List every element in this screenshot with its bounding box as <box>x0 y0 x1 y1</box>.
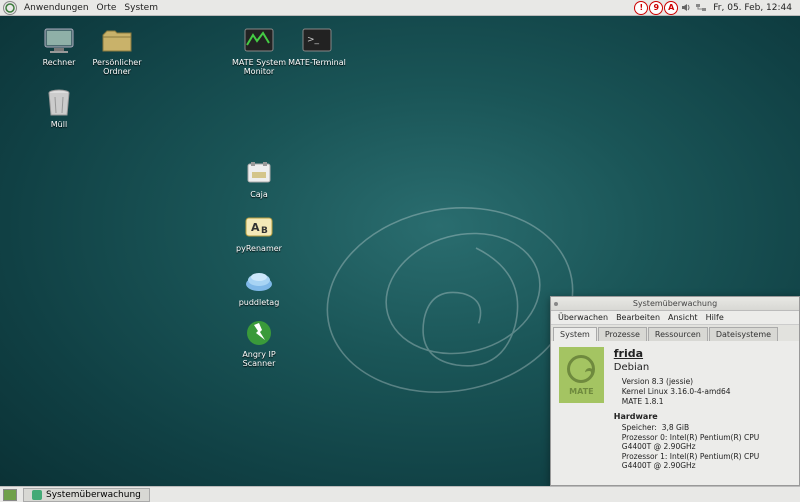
os-version: Version 8.3 (jessie) <box>622 377 791 386</box>
wallpaper-swirl <box>320 170 580 430</box>
tab-resources[interactable]: Ressourcen <box>648 327 708 341</box>
mate-version: MATE 1.8.1 <box>622 397 791 406</box>
desktop-icon-angryip[interactable]: Angry IP Scanner <box>228 318 290 368</box>
system-monitor-window: Systemüberwachung Überwachen Bearbeiten … <box>550 296 800 486</box>
window-titlebar[interactable]: Systemüberwachung <box>551 297 799 311</box>
window-title: Systemüberwachung <box>633 299 717 308</box>
hostname: frida <box>614 347 791 360</box>
tab-filesystems[interactable]: Dateisysteme <box>709 327 778 341</box>
window-tabs: System Prozesse Ressourcen Dateisysteme <box>551 325 799 341</box>
svg-text:>_: >_ <box>307 35 320 45</box>
window-body: MATE frida Debian Version 8.3 (jessie) K… <box>551 341 799 477</box>
menu-edit[interactable]: Bearbeiten <box>613 313 663 322</box>
cpu1-line: Prozessor 1: Intel(R) Pentium(R) CPU G44… <box>622 452 791 470</box>
os-name: Debian <box>614 362 791 373</box>
show-desktop-button[interactable] <box>3 489 17 501</box>
tray-indicator-3-icon[interactable]: A <box>664 1 678 15</box>
desktop-icon-label: pyRenamer <box>236 244 282 253</box>
tab-system[interactable]: System <box>553 327 597 341</box>
window-menubar: Überwachen Bearbeiten Ansicht Hilfe <box>551 311 799 325</box>
mate-logo-label: MATE <box>569 387 593 396</box>
desktop-icon-label: Rechner <box>43 58 76 67</box>
desktop-icon-label: Müll <box>51 120 67 129</box>
desktop-icon-label: Persönlicher Ordner <box>86 58 148 76</box>
window-menu-icon[interactable] <box>554 302 558 306</box>
desktop-icon-terminal[interactable]: >_ MATE-Terminal <box>286 26 348 67</box>
desktop-icon-home[interactable]: Persönlicher Ordner <box>86 26 148 76</box>
system-info: frida Debian Version 8.3 (jessie) Kernel… <box>614 347 791 471</box>
desktop-icon-pyrenamer[interactable]: AB pyRenamer <box>228 212 290 253</box>
volume-icon[interactable] <box>679 1 693 15</box>
desktop-icon-caja[interactable]: Caja <box>228 158 290 199</box>
memory-line: Speicher: 3,8 GiB <box>622 423 791 432</box>
desktop-icon-puddletag[interactable]: puddletag <box>228 266 290 307</box>
menu-monitor[interactable]: Überwachen <box>555 313 611 322</box>
bottom-panel: Systemüberwachung <box>0 486 800 502</box>
menu-view[interactable]: Ansicht <box>665 313 701 322</box>
desktop-icon-computer[interactable]: Rechner <box>28 26 90 67</box>
taskbar-item-system-monitor[interactable]: Systemüberwachung <box>23 488 150 502</box>
network-icon[interactable] <box>694 1 708 15</box>
desktop-icon-label: puddletag <box>239 298 280 307</box>
tray-indicator-1-icon[interactable]: ! <box>634 1 648 15</box>
tab-processes[interactable]: Prozesse <box>598 327 647 341</box>
desktop-icon-label: Angry IP Scanner <box>228 350 290 368</box>
clock[interactable]: Fr, 05. Feb, 12:44 <box>709 3 796 13</box>
menu-applications[interactable]: Anwendungen <box>20 3 93 13</box>
desktop-icon-trash[interactable]: Müll <box>28 88 90 129</box>
svg-text:A: A <box>251 221 260 234</box>
menu-system[interactable]: System <box>120 3 162 13</box>
desktop-icon-label: MATE-Terminal <box>288 58 346 67</box>
menu-help[interactable]: Hilfe <box>703 313 727 322</box>
tray-indicator-2-icon[interactable]: 9 <box>649 1 663 15</box>
task-label: Systemüberwachung <box>46 490 141 500</box>
main-menu-icon[interactable] <box>3 1 17 15</box>
menu-places[interactable]: Orte <box>93 3 121 13</box>
system-tray: ! 9 A Fr, 05. Feb, 12:44 <box>634 1 800 15</box>
hardware-header: Hardware <box>614 412 791 421</box>
desktop-icon-label: Caja <box>250 190 268 199</box>
desktop-icon-system-monitor[interactable]: MATE System Monitor <box>228 26 290 76</box>
mate-logo-icon: MATE <box>559 347 604 403</box>
desktop-icon-label: MATE System Monitor <box>228 58 290 76</box>
top-panel: Anwendungen Orte System ! 9 A Fr, 05. Fe… <box>0 0 800 16</box>
task-icon <box>32 490 42 500</box>
svg-text:B: B <box>261 226 268 236</box>
cpu0-line: Prozessor 0: Intel(R) Pentium(R) CPU G44… <box>622 433 791 451</box>
kernel-version: Kernel Linux 3.16.0-4-amd64 <box>622 387 791 396</box>
